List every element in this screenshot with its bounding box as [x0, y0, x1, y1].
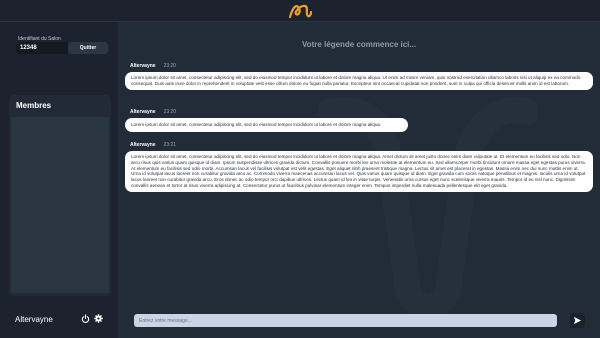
message-bubble: Lorem ipsum dolor sit amet, consectetur …: [125, 72, 593, 90]
message-bubble: Lorem ipsum dolor sit amet, consectetur …: [125, 118, 408, 132]
message-bubble: Lorem ipsum dolor sit amet, consectetur …: [125, 151, 593, 192]
message-author: Altervayne: [130, 63, 156, 69]
message-input[interactable]: [134, 314, 557, 327]
brand-logo-icon: [288, 4, 313, 19]
gear-icon[interactable]: [94, 314, 103, 323]
message-time: 23:20: [163, 63, 177, 69]
members-panel: Membres: [9, 95, 111, 296]
message-header: Altervayne 23:21: [130, 142, 176, 148]
members-list: [11, 117, 109, 293]
current-username: Altervayne: [15, 315, 53, 324]
top-bar: [0, 0, 600, 22]
power-icon[interactable]: [81, 314, 90, 323]
message-author: Altervayne: [130, 109, 156, 115]
send-icon: [573, 316, 582, 325]
message-time: 23:21: [163, 142, 177, 148]
message-header: Altervayne 23:20: [130, 63, 176, 69]
members-title: Membres: [16, 101, 52, 110]
send-button[interactable]: [570, 313, 585, 328]
room-id-value: 12348: [16, 42, 68, 54]
chat-main: Votre légende commence ici... Altervayne…: [118, 22, 600, 338]
quit-button[interactable]: Quitter: [68, 42, 108, 54]
chat-caption: Votre légende commence ici...: [301, 40, 417, 49]
message-author: Altervayne: [130, 142, 156, 148]
message-header: Altervayne 23:20: [130, 109, 176, 115]
message-time: 23:20: [163, 109, 177, 115]
